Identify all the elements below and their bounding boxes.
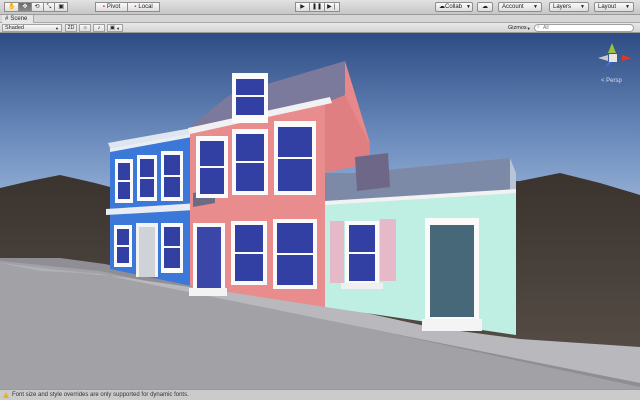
gizmos-label: Gizmos xyxy=(508,25,527,31)
layout-dropdown[interactable]: Layout ▼ xyxy=(594,2,634,12)
pivot-toggles: ▪ Pivot ▪ Local xyxy=(95,2,160,12)
projection-label[interactable]: < Persp xyxy=(601,78,622,84)
account-group: Account ▼ xyxy=(498,2,542,12)
gizmos-dropdown[interactable]: Gizmos ▼ xyxy=(506,24,532,32)
toggle-2d-label: 2D xyxy=(67,25,75,31)
hand-tool-icon: ✋ xyxy=(8,4,16,10)
scale-tool-icon: ⤡ xyxy=(46,4,52,10)
transform-tools: ✋ ✥ ⟲ ⤡ ▣ xyxy=(4,2,69,12)
chevron-down-icon: ▼ xyxy=(533,4,538,10)
rect-tool-icon: ▣ xyxy=(58,4,65,10)
image-icon: ▣ xyxy=(109,25,116,31)
collab-group: ☁ Collab ▼ xyxy=(435,2,473,12)
scene-render xyxy=(0,33,640,389)
chevron-down-icon: ▼ xyxy=(526,25,531,31)
scene-tab-strip: # Scene xyxy=(0,15,640,23)
search-icon: ⌕ xyxy=(537,24,540,30)
play-button[interactable]: ▶ xyxy=(295,2,310,12)
speaker-icon: ♪ xyxy=(97,25,101,31)
toggle-2d-button[interactable]: 2D xyxy=(65,24,77,32)
hand-tool-button[interactable]: ✋ xyxy=(4,2,20,12)
sun-icon: ☼ xyxy=(82,25,88,31)
tab-scene-label: Scene xyxy=(10,16,28,22)
mint-house xyxy=(325,153,516,335)
chevron-down-icon: ▼ xyxy=(625,4,630,10)
move-tool-button[interactable]: ✥ xyxy=(19,2,32,12)
pivot-button[interactable]: ▪ Pivot xyxy=(95,2,128,12)
scene-audio-toggle[interactable]: ♪ xyxy=(93,24,105,32)
local-label: Local xyxy=(138,4,153,10)
move-tool-icon: ✥ xyxy=(22,4,28,10)
tab-scene[interactable]: # Scene xyxy=(2,15,35,23)
layers-group: Layers ▼ xyxy=(549,2,589,12)
warning-icon xyxy=(3,392,9,398)
scene-effects-dropdown[interactable]: ▣ ▼ xyxy=(107,24,123,32)
cloud-group: ☁ xyxy=(477,2,493,12)
step-button[interactable]: ▶❘ xyxy=(325,2,340,12)
collab-label: Collab xyxy=(445,4,463,10)
scene-search-input[interactable] xyxy=(534,24,634,32)
status-bar: Font size and style overrides are only s… xyxy=(0,389,640,400)
layout-group: Layout ▼ xyxy=(594,2,634,12)
scene-lighting-toggle[interactable]: ☼ xyxy=(79,24,91,32)
main-toolbar: ✋ ✥ ⟲ ⤡ ▣ ▪ Pivot ▪ Local ▶ ❚❚ ▶❘ ☁ Coll… xyxy=(0,0,640,15)
layers-label: Layers xyxy=(553,4,572,10)
shading-mode-label: Shaded xyxy=(5,25,24,31)
pause-button[interactable]: ❚❚ xyxy=(310,2,325,12)
scene-icon: # xyxy=(5,16,9,22)
collab-dropdown[interactable]: ☁ Collab ▼ xyxy=(435,2,473,12)
chevron-down-icon: ▼ xyxy=(466,4,471,10)
status-message[interactable]: Font size and style overrides are only s… xyxy=(12,392,189,398)
chevron-down-icon: ▼ xyxy=(116,25,121,31)
account-dropdown[interactable]: Account ▼ xyxy=(498,2,542,12)
scene-control-bar: Shaded ▼ 2D ☼ ♪ ▣ ▼ Gizmos ▼ ⌕ xyxy=(0,23,640,33)
layers-dropdown[interactable]: Layers ▼ xyxy=(549,2,589,12)
chevron-down-icon: ▼ xyxy=(55,25,59,31)
shading-mode-dropdown[interactable]: Shaded ▼ xyxy=(2,24,62,32)
account-label: Account xyxy=(502,4,524,10)
play-icon: ▶ xyxy=(300,4,305,10)
pivot-icon: ▪ xyxy=(102,4,105,10)
rotate-tool-icon: ⟲ xyxy=(34,4,40,10)
cloud-button[interactable]: ☁ xyxy=(477,2,493,12)
gizmo-center xyxy=(609,54,617,62)
local-button[interactable]: ▪ Local xyxy=(128,2,160,12)
scale-tool-button[interactable]: ⤡ xyxy=(43,2,56,12)
pause-icon: ❚❚ xyxy=(311,4,323,10)
layout-label: Layout xyxy=(598,4,617,10)
step-icon: ▶❘ xyxy=(327,4,337,10)
chevron-down-icon: ▼ xyxy=(580,4,585,10)
pivot-label: Pivot xyxy=(106,4,121,10)
rect-tool-button[interactable]: ▣ xyxy=(55,2,69,12)
scene-viewport[interactable]: < Persp xyxy=(0,33,640,389)
play-controls: ▶ ❚❚ ▶❘ xyxy=(295,2,340,12)
cloud-icon: ☁ xyxy=(482,4,488,10)
local-icon: ▪ xyxy=(134,4,137,10)
rotate-tool-button[interactable]: ⟲ xyxy=(31,2,44,12)
